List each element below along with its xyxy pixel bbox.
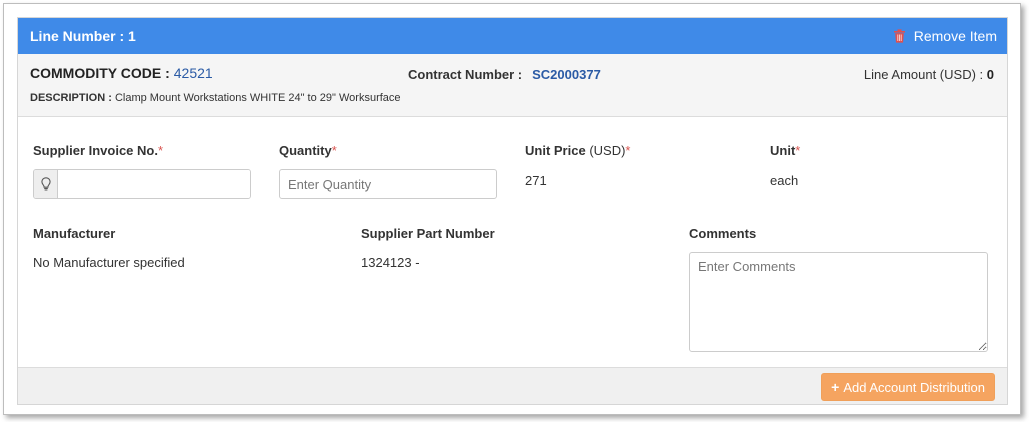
line-number-title: Line Number : 1 (30, 28, 136, 44)
item-info-bar: COMMODITY CODE :42521 DESCRIPTION : Clam… (18, 54, 1007, 117)
unit-label: Unit* (770, 143, 800, 158)
manufacturer-value: No Manufacturer specified (33, 255, 185, 270)
line-amount: Line Amount (USD) : 0 (864, 67, 994, 82)
quantity-label: Quantity* (279, 143, 337, 158)
screenshot-frame: Line Number : 1 Remove Item COMMODITY CO… (3, 3, 1021, 415)
supplier-invoice-label: Supplier Invoice No.* (33, 143, 163, 158)
supplier-invoice-input[interactable] (58, 170, 250, 198)
add-account-distribution-button[interactable]: + Add Account Distribution (821, 373, 995, 401)
line-item-panel: Line Number : 1 Remove Item COMMODITY CO… (17, 17, 1008, 405)
trash-icon (893, 29, 906, 43)
required-marker: * (625, 143, 631, 158)
remove-item-label: Remove Item (913, 28, 997, 44)
add-account-distribution-label: Add Account Distribution (843, 379, 985, 395)
contract-number-link[interactable]: SC2000377 (532, 67, 601, 82)
comments-textarea[interactable] (689, 252, 988, 352)
description-value: Clamp Mount Workstations WHITE 24" to 29… (114, 92, 401, 104)
quantity-label-text: Quantity (279, 143, 332, 158)
unit-value: each (770, 173, 799, 188)
line-item-form: Supplier Invoice No.* Quantity* Enter Qu… (18, 117, 1007, 367)
quantity-input[interactable] (279, 169, 497, 199)
line-amount-value: 0 (986, 67, 994, 82)
unit-price-label-text: Unit Price (525, 143, 586, 158)
description: DESCRIPTION : Clamp Mount Workstations W… (30, 92, 401, 104)
commodity-code: COMMODITY CODE :42521 (30, 65, 213, 81)
required-marker: * (331, 143, 337, 158)
contract-number-label: Contract Number : (408, 67, 523, 82)
lightbulb-icon (40, 177, 51, 191)
line-item-header: Line Number : 1 Remove Item (18, 18, 1007, 54)
supplier-invoice-label-text: Supplier Invoice No. (33, 143, 158, 158)
line-amount-label: Line Amount (USD) : (863, 67, 984, 82)
required-marker: * (157, 143, 164, 158)
commodity-code-label: COMMODITY CODE : (30, 65, 170, 81)
comments-label: Comments (689, 226, 757, 241)
contract-number: Contract Number : SC2000377 (408, 67, 601, 82)
plus-icon: + (831, 379, 840, 395)
supplier-invoice-input-group (33, 169, 251, 199)
manufacturer-label: Manufacturer (33, 226, 116, 241)
unit-price-label: Unit Price (USD)* (525, 143, 630, 158)
remove-item-button[interactable]: Remove Item (893, 28, 997, 44)
description-label: DESCRIPTION : (30, 92, 112, 104)
supplier-part-number-label: Supplier Part Number (361, 226, 495, 241)
commodity-code-value: 42521 (173, 65, 213, 81)
supplier-invoice-addon[interactable] (34, 170, 58, 198)
unit-price-value: 271 (525, 173, 547, 188)
line-item-footer: + Add Account Distribution (18, 367, 1007, 404)
unit-price-currency: (USD) (589, 143, 626, 158)
required-marker: * (795, 143, 801, 158)
unit-label-text: Unit (770, 143, 796, 158)
supplier-part-number-value: 1324123 - (361, 255, 420, 270)
